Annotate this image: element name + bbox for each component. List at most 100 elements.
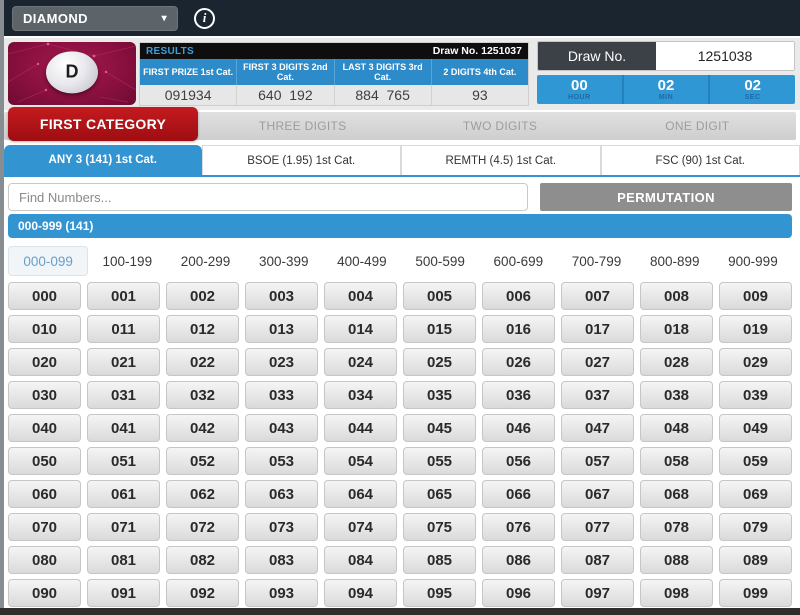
- number-cell-034[interactable]: 034: [324, 381, 397, 409]
- number-cell-005[interactable]: 005: [403, 282, 476, 310]
- number-cell-080[interactable]: 080: [8, 546, 81, 574]
- number-cell-092[interactable]: 092: [166, 579, 239, 607]
- number-cell-098[interactable]: 098: [640, 579, 713, 607]
- number-cell-030[interactable]: 030: [8, 381, 81, 409]
- number-cell-024[interactable]: 024: [324, 348, 397, 376]
- number-cell-081[interactable]: 081: [87, 546, 160, 574]
- number-cell-052[interactable]: 052: [166, 447, 239, 475]
- number-cell-093[interactable]: 093: [245, 579, 318, 607]
- number-cell-070[interactable]: 070: [8, 513, 81, 541]
- number-cell-029[interactable]: 029: [719, 348, 792, 376]
- number-cell-014[interactable]: 014: [324, 315, 397, 343]
- number-cell-072[interactable]: 072: [166, 513, 239, 541]
- number-cell-040[interactable]: 040: [8, 414, 81, 442]
- number-cell-050[interactable]: 050: [8, 447, 81, 475]
- permutation-button[interactable]: PERMUTATION: [540, 183, 792, 211]
- range-tab-400-499[interactable]: 400-499: [323, 246, 401, 276]
- number-cell-023[interactable]: 023: [245, 348, 318, 376]
- number-cell-016[interactable]: 016: [482, 315, 555, 343]
- number-cell-041[interactable]: 041: [87, 414, 160, 442]
- number-cell-054[interactable]: 054: [324, 447, 397, 475]
- number-cell-057[interactable]: 057: [561, 447, 634, 475]
- number-cell-003[interactable]: 003: [245, 282, 318, 310]
- number-cell-033[interactable]: 033: [245, 381, 318, 409]
- number-cell-088[interactable]: 088: [640, 546, 713, 574]
- number-cell-060[interactable]: 060: [8, 480, 81, 508]
- number-cell-086[interactable]: 086: [482, 546, 555, 574]
- number-cell-021[interactable]: 021: [87, 348, 160, 376]
- number-cell-055[interactable]: 055: [403, 447, 476, 475]
- number-cell-026[interactable]: 026: [482, 348, 555, 376]
- number-cell-018[interactable]: 018: [640, 315, 713, 343]
- number-cell-085[interactable]: 085: [403, 546, 476, 574]
- number-cell-096[interactable]: 096: [482, 579, 555, 607]
- number-cell-076[interactable]: 076: [482, 513, 555, 541]
- number-cell-074[interactable]: 074: [324, 513, 397, 541]
- number-cell-095[interactable]: 095: [403, 579, 476, 607]
- number-cell-007[interactable]: 007: [561, 282, 634, 310]
- number-cell-028[interactable]: 028: [640, 348, 713, 376]
- number-cell-063[interactable]: 063: [245, 480, 318, 508]
- number-cell-053[interactable]: 053: [245, 447, 318, 475]
- number-cell-078[interactable]: 078: [640, 513, 713, 541]
- number-cell-058[interactable]: 058: [640, 447, 713, 475]
- number-cell-090[interactable]: 090: [8, 579, 81, 607]
- number-cell-047[interactable]: 047: [561, 414, 634, 442]
- number-cell-087[interactable]: 087: [561, 546, 634, 574]
- category-tab-two-digits[interactable]: TWO DIGITS: [401, 119, 598, 133]
- range-tab-500-599[interactable]: 500-599: [401, 246, 479, 276]
- number-cell-082[interactable]: 082: [166, 546, 239, 574]
- number-cell-009[interactable]: 009: [719, 282, 792, 310]
- number-cell-000[interactable]: 000: [8, 282, 81, 310]
- number-cell-012[interactable]: 012: [166, 315, 239, 343]
- number-cell-065[interactable]: 065: [403, 480, 476, 508]
- number-cell-062[interactable]: 062: [166, 480, 239, 508]
- number-cell-066[interactable]: 066: [482, 480, 555, 508]
- number-cell-043[interactable]: 043: [245, 414, 318, 442]
- category-tab-one-digit[interactable]: ONE DIGIT: [599, 119, 796, 133]
- number-cell-010[interactable]: 010: [8, 315, 81, 343]
- number-cell-064[interactable]: 064: [324, 480, 397, 508]
- number-cell-091[interactable]: 091: [87, 579, 160, 607]
- category-tab-three-digits[interactable]: THREE DIGITS: [204, 119, 401, 133]
- number-cell-013[interactable]: 013: [245, 315, 318, 343]
- number-cell-001[interactable]: 001: [87, 282, 160, 310]
- range-tab-900-999[interactable]: 900-999: [714, 246, 792, 276]
- subtab-bsoe[interactable]: BSOE (1.95) 1st Cat.: [202, 145, 402, 175]
- number-cell-067[interactable]: 067: [561, 480, 634, 508]
- number-cell-039[interactable]: 039: [719, 381, 792, 409]
- number-cell-068[interactable]: 068: [640, 480, 713, 508]
- number-cell-099[interactable]: 099: [719, 579, 792, 607]
- number-cell-006[interactable]: 006: [482, 282, 555, 310]
- range-tab-300-399[interactable]: 300-399: [245, 246, 323, 276]
- range-tab-700-799[interactable]: 700-799: [557, 246, 635, 276]
- range-tab-000-099[interactable]: 000-099: [8, 246, 88, 276]
- number-cell-083[interactable]: 083: [245, 546, 318, 574]
- range-tab-200-299[interactable]: 200-299: [166, 246, 244, 276]
- number-cell-097[interactable]: 097: [561, 579, 634, 607]
- number-cell-035[interactable]: 035: [403, 381, 476, 409]
- number-cell-044[interactable]: 044: [324, 414, 397, 442]
- number-cell-045[interactable]: 045: [403, 414, 476, 442]
- number-cell-071[interactable]: 071: [87, 513, 160, 541]
- subtab-any[interactable]: ANY 3 (141) 1st Cat.: [4, 145, 202, 175]
- number-cell-084[interactable]: 084: [324, 546, 397, 574]
- number-cell-042[interactable]: 042: [166, 414, 239, 442]
- number-cell-046[interactable]: 046: [482, 414, 555, 442]
- range-tab-800-899[interactable]: 800-899: [636, 246, 714, 276]
- number-cell-027[interactable]: 027: [561, 348, 634, 376]
- number-cell-069[interactable]: 069: [719, 480, 792, 508]
- number-cell-056[interactable]: 056: [482, 447, 555, 475]
- number-cell-061[interactable]: 061: [87, 480, 160, 508]
- number-cell-011[interactable]: 011: [87, 315, 160, 343]
- number-cell-077[interactable]: 077: [561, 513, 634, 541]
- number-cell-019[interactable]: 019: [719, 315, 792, 343]
- range-tab-100-199[interactable]: 100-199: [88, 246, 166, 276]
- range-tab-600-699[interactable]: 600-699: [479, 246, 557, 276]
- number-cell-094[interactable]: 094: [324, 579, 397, 607]
- number-cell-004[interactable]: 004: [324, 282, 397, 310]
- number-cell-059[interactable]: 059: [719, 447, 792, 475]
- category-tab-first-category[interactable]: FIRST CATEGORY: [8, 107, 198, 141]
- number-cell-002[interactable]: 002: [166, 282, 239, 310]
- number-cell-075[interactable]: 075: [403, 513, 476, 541]
